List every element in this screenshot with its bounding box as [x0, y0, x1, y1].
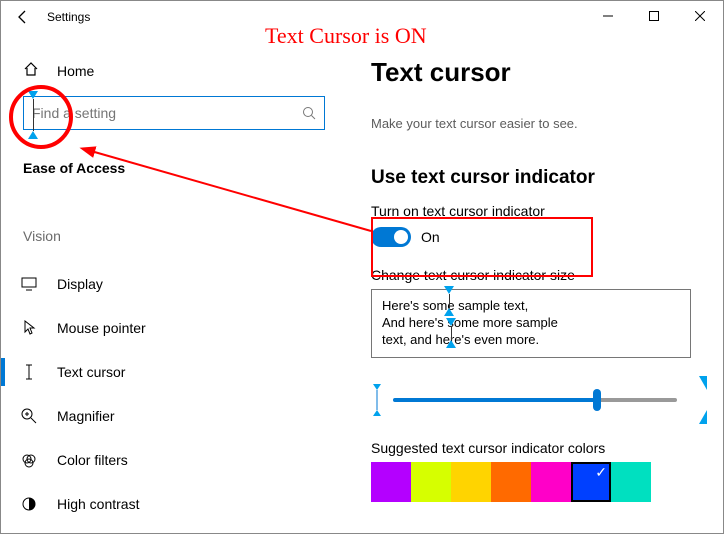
sidebar-item-label: Color filters [57, 452, 128, 468]
sample-cursor-indicator-1 [444, 286, 454, 316]
color-swatch-3[interactable] [491, 462, 531, 502]
page-subtitle: Make your text cursor easier to see. [371, 116, 713, 131]
home-icon [23, 61, 41, 80]
color-swatch-6[interactable] [611, 462, 651, 502]
toggle-label: Turn on text cursor indicator [371, 203, 713, 219]
mouse-pointer-icon [19, 320, 39, 336]
sidebar-item-label: Magnifier [57, 408, 115, 424]
size-slider[interactable] [393, 398, 677, 402]
sidebar-item-label: Display [57, 276, 103, 292]
close-button[interactable] [677, 1, 723, 31]
sidebar-item-magnifier[interactable]: Magnifier [1, 394, 335, 438]
sidebar-item-mouse-pointer[interactable]: Mouse pointer [1, 306, 335, 350]
high-contrast-icon [19, 496, 39, 512]
home-label: Home [57, 63, 94, 79]
sidebar-item-label: Text cursor [57, 364, 125, 380]
close-icon [695, 11, 705, 21]
sidebar-item-label: High contrast [57, 496, 139, 512]
size-label: Change text cursor indicator size [371, 267, 713, 283]
home-link[interactable]: Home [1, 33, 335, 88]
back-button[interactable] [9, 3, 37, 31]
sidebar-item-text-cursor[interactable]: Text cursor [1, 350, 335, 394]
color-swatch-1[interactable] [411, 462, 451, 502]
sample-line-2: And here's some more sample [382, 315, 558, 330]
minimize-button[interactable] [585, 1, 631, 31]
slider-thumb[interactable] [593, 389, 601, 411]
sidebar-item-color-filters[interactable]: Color filters [1, 438, 335, 482]
arrow-left-icon [15, 9, 31, 25]
search-box[interactable] [23, 96, 325, 130]
sample-cursor-indicator-2 [446, 318, 456, 348]
color-swatch-4[interactable] [531, 462, 571, 502]
colors-label: Suggested text cursor indicator colors [371, 440, 713, 456]
text-cursor-indicator-toggle[interactable] [371, 227, 411, 247]
sample-text-box: Here's some sample text, And here's some… [371, 289, 691, 358]
text-cursor-indicator [28, 91, 38, 139]
search-input[interactable] [24, 105, 294, 121]
magnifier-icon [19, 408, 39, 424]
color-filters-icon [19, 452, 39, 468]
window-title: Settings [47, 10, 90, 24]
nav-list: Display Mouse pointer Text cursor Magnif… [1, 262, 335, 526]
maximize-button[interactable] [631, 1, 677, 31]
minimize-icon [603, 11, 613, 21]
text-cursor-icon [19, 364, 39, 380]
section-heading: Use text cursor indicator [371, 167, 713, 189]
sidebar-item-high-contrast[interactable]: High contrast [1, 482, 335, 526]
display-icon [19, 277, 39, 291]
sidebar: Home Ease of Access Vision Display [1, 33, 335, 533]
settings-window: Settings Home Ease of Access Vision [0, 0, 724, 534]
subsection-label: Vision [1, 176, 335, 252]
sidebar-item-display[interactable]: Display [1, 262, 335, 306]
maximize-icon [649, 11, 659, 21]
section-header: Ease of Access [1, 130, 335, 176]
color-swatch-0[interactable] [371, 462, 411, 502]
titlebar: Settings [1, 1, 723, 33]
main-panel: Text cursor Make your text cursor easier… [335, 33, 723, 533]
sample-line-3: text, and here's even more. [382, 332, 539, 347]
search-icon [294, 106, 324, 120]
sample-line-1: Here's some sample text, [382, 298, 528, 313]
size-slider-row [371, 382, 691, 418]
color-swatch-2[interactable] [451, 462, 491, 502]
color-swatches [371, 462, 713, 502]
page-title: Text cursor [371, 57, 713, 88]
sidebar-item-label: Mouse pointer [57, 320, 146, 336]
slider-max-icon [687, 382, 703, 418]
color-swatch-5[interactable] [571, 462, 611, 502]
slider-min-icon [371, 388, 383, 412]
toggle-state-text: On [421, 229, 440, 245]
